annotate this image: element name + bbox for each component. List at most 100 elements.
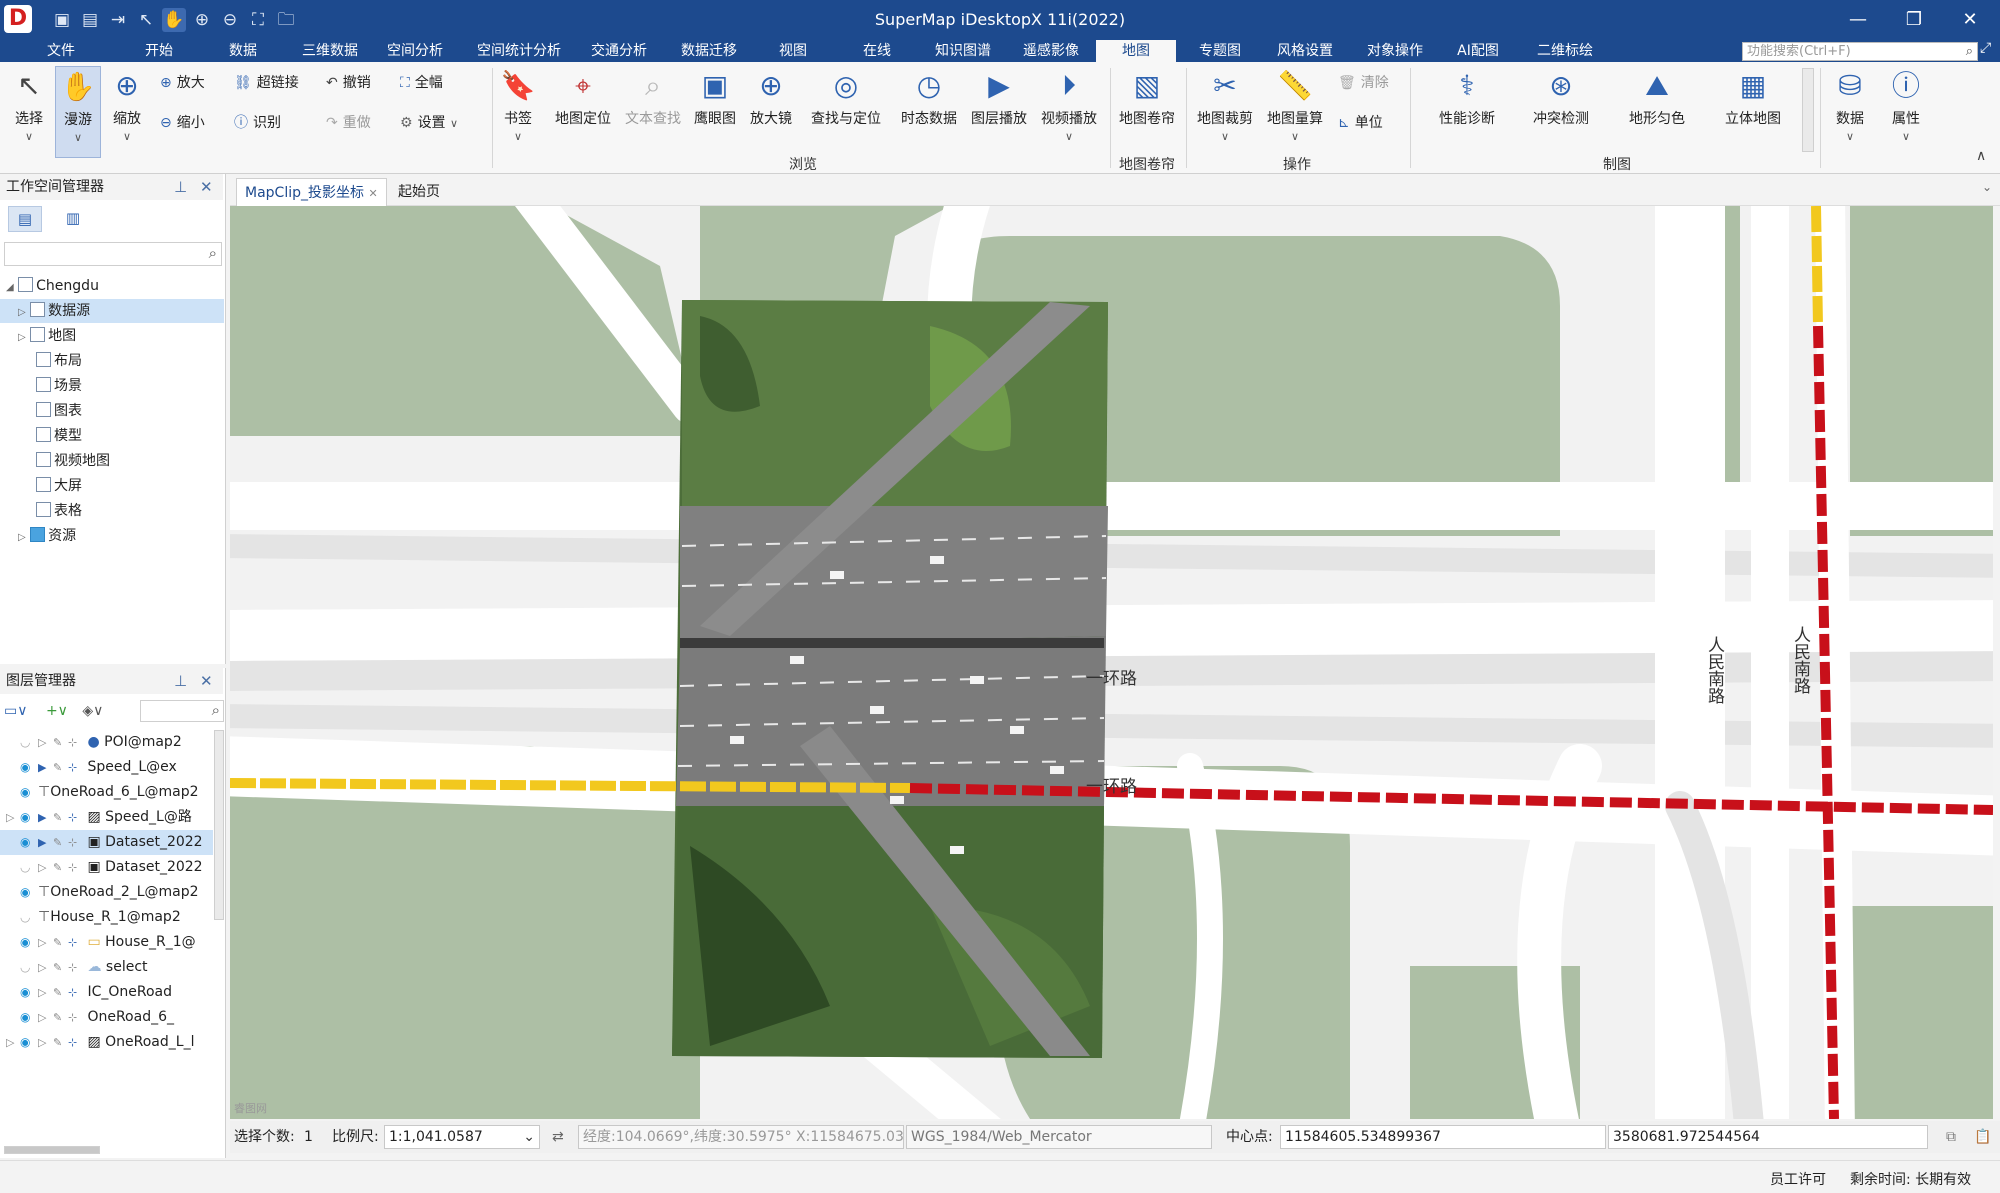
select-icon[interactable]: ▶ [38,830,53,855]
tab-spatial-analysis[interactable]: 空间分析 [381,40,449,62]
layer-item[interactable]: ◡ ▷ ✎ ⊹ ▣ Dataset_2022 [0,855,213,880]
tab-object-ops[interactable]: 对象操作 [1360,40,1430,62]
tree-item-resources[interactable]: ▷ 资源 [0,524,76,548]
data-button[interactable]: ⛁ 数据 ∨ [1826,66,1874,158]
terrain-color-button[interactable]: ⛰ 地形匀色 [1620,66,1694,158]
tab-start-page[interactable]: 起始页 [390,178,448,206]
tab-knowledge-graph[interactable]: 知识图谱 [929,40,997,62]
pin-icon[interactable]: ⊥ [174,174,187,200]
map-measure-button[interactable]: 📏 地图量算 ∨ [1262,66,1328,158]
tree-item-charts[interactable]: 图表 [36,399,82,423]
properties-button[interactable]: ⓘ 属性 ∨ [1882,66,1930,158]
tab-online[interactable]: 在线 [856,40,898,62]
text-find-button[interactable]: ⌕ 文本查找 [620,66,686,158]
hyperlink-button[interactable]: ⛓ 超链接 [234,72,299,94]
magnifier-button[interactable]: ⊕ 放大镜 [746,66,796,158]
center-x-input[interactable]: 11584605.534899367 [1280,1125,1606,1149]
workspace-scene-tab-icon[interactable]: ▥ [58,206,88,232]
stereo-map-button[interactable]: ▦ 立体地图 [1716,66,1790,158]
visibility-icon[interactable]: ◉ [20,1005,38,1030]
layer-item[interactable]: ◉ ▶ ✎ ⊹ Speed_L@ex [0,755,213,780]
visibility-icon[interactable]: ◡ [20,730,38,755]
map-view[interactable]: 一环路 一环路 人民南路 人民南路 睿图网 [230,206,1993,1119]
search-input[interactable]: 功能搜索(Ctrl+F) ⌕ [1742,42,1978,61]
snap-icon[interactable]: ⊹ [68,1005,83,1030]
tab-mapclip[interactable]: MapClip_投影坐标 ✕ [236,178,387,206]
close-icon[interactable]: ✕ [200,174,213,200]
snap-icon[interactable]: ⊹ [68,930,83,955]
identify-button[interactable]: ⓘ 识别 [234,112,281,134]
gallery-scrollbar[interactable] [1802,68,1814,152]
clear-button[interactable]: 🗑 清除 [1338,72,1389,94]
full-extent-button[interactable]: ⛶ 全幅 [400,72,443,94]
paste-icon[interactable]: 📋 [1974,1125,1991,1149]
edit-icon[interactable]: ✎ [53,955,68,980]
visibility-icon[interactable]: ◉ [20,780,38,805]
collapse-ribbon-icon[interactable]: ∧ [1976,148,1986,164]
select-icon[interactable]: ▷ [38,1030,53,1055]
tree-item-layouts[interactable]: 布局 [36,349,82,373]
workspace-root[interactable]: ◢ Chengdu [6,274,224,298]
snap-icon[interactable]: ⊹ [68,805,83,830]
zoom-out-button[interactable]: ⊖ 缩小 [160,112,205,134]
layer-style-icon[interactable]: ◈∨ [82,703,103,719]
layer-play-button[interactable]: ▶ 图层播放 [966,66,1032,158]
select-icon[interactable]: ▷ [38,955,53,980]
edit-icon[interactable]: ✎ [53,830,68,855]
layer-search-input[interactable]: ⌕ [140,700,224,722]
workspace-tree-tab-icon[interactable]: ▤ [8,206,42,232]
map-clip-button[interactable]: ✂ 地图裁剪 ∨ [1192,66,1258,158]
edit-icon[interactable]: ✎ [53,730,68,755]
visibility-icon[interactable]: ◉ [20,980,38,1005]
tab-data[interactable]: 数据 [222,40,264,62]
snap-icon[interactable]: ⊹ [68,855,83,880]
pin-icon[interactable]: ⊥ [174,668,187,694]
restore-icon[interactable]: ❐ [1894,6,1934,34]
undo-button[interactable]: ↶ 撤销 [326,72,371,94]
edit-icon[interactable]: ✎ [53,980,68,1005]
layer-list-scrollbar[interactable] [214,730,224,920]
scale-select[interactable]: 1:1,041.0587 ⌄ [384,1125,540,1149]
visibility-icon[interactable]: ◉ [20,880,38,905]
video-play-button[interactable]: ⏵ 视频播放 ∨ [1036,66,1102,158]
center-y-input[interactable]: 3580681.972544564 [1608,1125,1928,1149]
swap-icon[interactable]: ⇄ [552,1125,564,1149]
expand-icon[interactable]: ⤢ [1980,40,1991,56]
bookmark-button[interactable]: 🔖 书签 ∨ [498,66,538,158]
select-button[interactable]: ↖ 选择 ∨ [6,66,52,158]
zoom-button[interactable]: ⊕ 缩放 ∨ [104,66,150,158]
snap-icon[interactable]: ⊹ [68,730,83,755]
snap-icon[interactable]: ⊹ [68,980,83,1005]
tab-file[interactable]: 文件 [40,40,82,62]
tab-2d-plotting[interactable]: 二维标绘 [1530,40,1600,62]
unit-button[interactable]: ⊾ 单位 [1338,112,1383,134]
edit-icon[interactable]: ✎ [53,1030,68,1055]
close-tab-icon[interactable]: ✕ [368,187,377,200]
zoom-in-button[interactable]: ⊕ 放大 [160,72,205,94]
crs-field[interactable]: WGS_1984/Web_Mercator [906,1125,1212,1149]
snap-icon[interactable]: ⊹ [68,955,83,980]
conflict-check-button[interactable]: ⊛ 冲突检测 [1524,66,1598,158]
select-icon[interactable]: ▷ [38,730,53,755]
layer-item[interactable]: ◉ ⊤OneRoad_6_L@map2 [0,780,213,805]
tab-style-settings[interactable]: 风格设置 [1270,40,1340,62]
edit-icon[interactable]: ✎ [53,805,68,830]
map-locate-button[interactable]: ⌖ 地图定位 [550,66,616,158]
tab-traffic-analysis[interactable]: 交通分析 [585,40,653,62]
perf-diag-button[interactable]: ⚕ 性能诊断 [1430,66,1504,158]
layer-item[interactable]: ▷ ◉ ▷ ✎ ⊹ ▨ OneRoad_L_l [0,1030,213,1055]
layer-list-hscrollbar[interactable] [4,1146,100,1154]
tree-item-tables[interactable]: 表格 [36,499,82,523]
layer-item[interactable]: ◉ ▷ ✎ ⊹ ▭ House_R_1@ [0,930,213,955]
select-icon[interactable]: ▷ [38,1005,53,1030]
tab-thematic-map[interactable]: 专题图 [1190,40,1250,62]
select-icon[interactable]: ▷ [38,930,53,955]
tab-start[interactable]: 开始 [138,40,180,62]
layer-item[interactable]: ◉ ▷ ✎ ⊹ OneRoad_6_ [0,1005,213,1030]
visibility-icon[interactable]: ◡ [20,905,38,930]
select-icon[interactable]: ▶ [38,755,53,780]
select-icon[interactable]: ▶ [38,805,53,830]
tree-item-dashboards[interactable]: 大屏 [36,474,82,498]
copy-icon[interactable]: ⧉ [1946,1125,1956,1149]
visibility-icon[interactable]: ◉ [20,1030,38,1055]
